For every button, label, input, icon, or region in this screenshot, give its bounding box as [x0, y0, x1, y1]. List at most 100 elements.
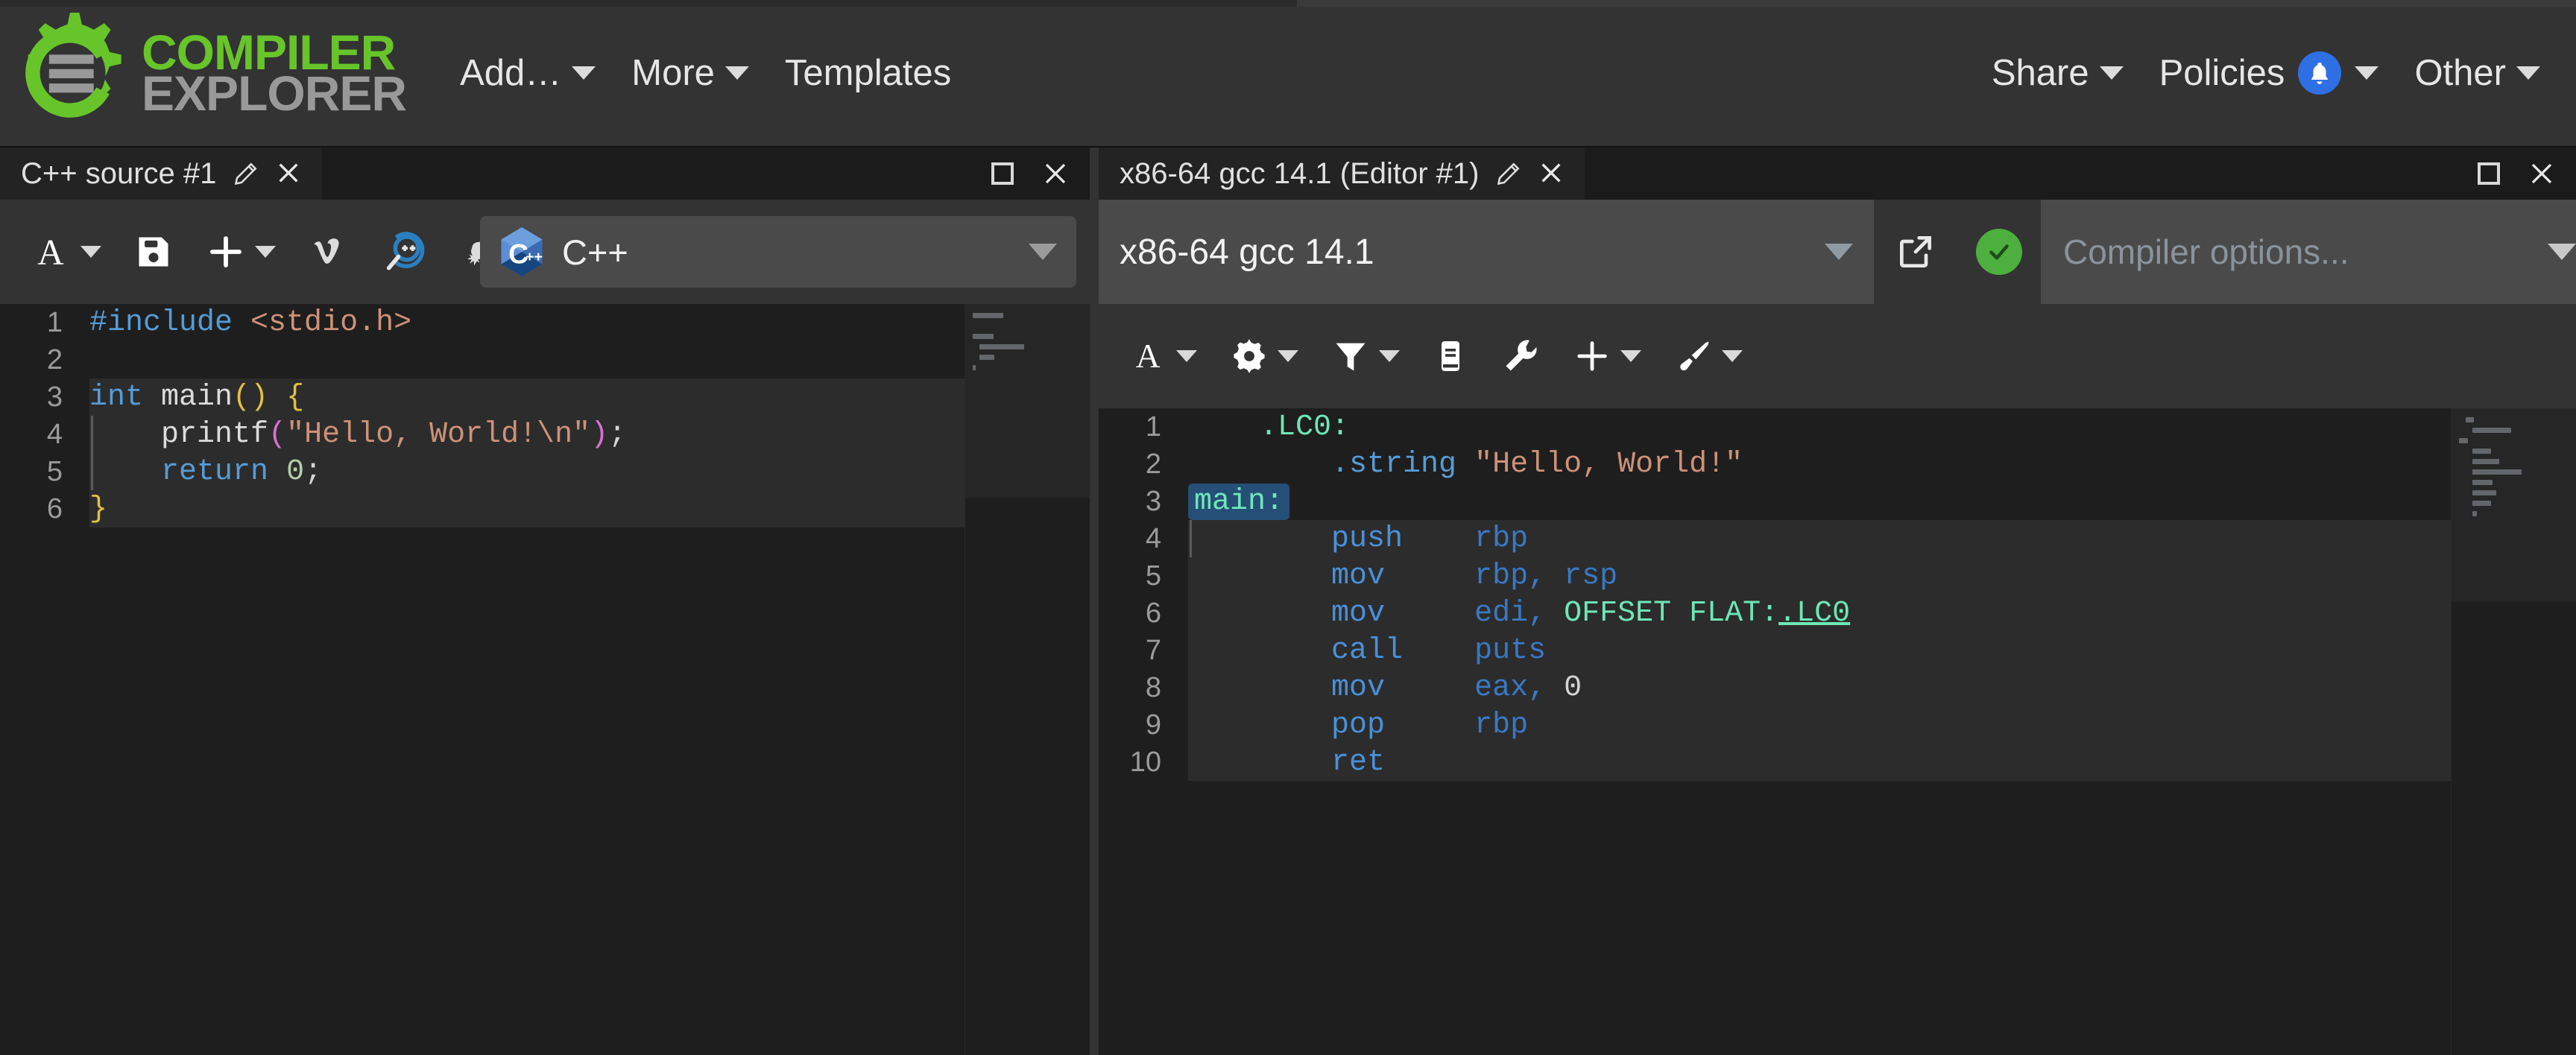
nav-item-add-label: Add… — [460, 52, 561, 94]
nav-item-add[interactable]: Add… — [442, 39, 613, 107]
chevron-down-icon — [725, 66, 749, 80]
line-number: 8 — [1099, 672, 1188, 704]
code-line-content: ret — [1188, 744, 2451, 781]
chevron-down-icon — [2100, 66, 2124, 80]
tab-x86-64-gcc-14-1[interactable]: x86-64 gcc 14.1 (Editor #1) — [1099, 148, 1585, 200]
code-text: mov rbp, rsp — [1188, 560, 1617, 593]
compiler-tools-button[interactable] — [1485, 325, 1556, 387]
minimap-slider[interactable] — [965, 304, 1090, 498]
add-new-button[interactable] — [189, 220, 292, 284]
code-line-content: mov edi, OFFSET FLAT:.LC0 — [1188, 595, 2451, 632]
compiler-options-dropdown-button[interactable] — [2504, 200, 2576, 304]
chevron-down-icon — [2516, 66, 2540, 80]
assembly-output[interactable]: 1 .LC0:2 .string "Hello, World!"3main:4 … — [1099, 408, 2576, 1055]
code-text: .string "Hello, World!" — [1188, 448, 1743, 481]
magnifier-cpp-icon — [382, 230, 425, 273]
chevron-down-icon — [1722, 350, 1743, 362]
code-line: 9 pop rbp — [1099, 706, 2576, 744]
font-size-button[interactable]: A — [13, 219, 118, 285]
plus-icon — [206, 232, 246, 272]
compiler-select[interactable]: x86-64 gcc 14.1 — [1099, 200, 1874, 304]
compiler-settings-button[interactable] — [1213, 325, 1315, 387]
editor-minimap[interactable] — [965, 304, 1090, 1055]
chevron-down-icon — [2548, 244, 2576, 260]
pencil-icon[interactable] — [1495, 160, 1522, 187]
chevron-down-icon — [1029, 244, 1057, 260]
compiler-pane-header: x86-64 gcc 14.1 (Editor #1) — [1099, 148, 2576, 200]
close-icon[interactable] — [276, 160, 303, 187]
code-line-content: mov eax, 0 — [1188, 669, 2451, 706]
chevron-down-icon — [255, 246, 276, 258]
code-line-content: } — [89, 490, 965, 528]
nav-item-policies-label: Policies — [2159, 52, 2285, 94]
compiler-pane-window-controls — [2478, 160, 2576, 187]
nav-item-policies[interactable]: Policies — [2141, 38, 2397, 108]
line-number: 3 — [0, 381, 89, 414]
source-code-editor[interactable]: 1#include <stdio.h>23int main() {4 print… — [0, 304, 1090, 1055]
line-number: 6 — [1099, 598, 1188, 630]
vim-icon — [309, 232, 349, 272]
pencil-icon[interactable] — [233, 160, 259, 187]
output-filters-button[interactable] — [1315, 325, 1416, 387]
chevron-down-icon — [2355, 66, 2378, 80]
compiler-options-input[interactable]: Compiler options... — [2041, 200, 2504, 304]
editor-pane: C++ source #1 — [0, 148, 1090, 1055]
brand-wordmark: COMPILER EXPLORER — [142, 32, 406, 115]
code-line: 2 .string "Hello, World!" — [1099, 446, 2576, 483]
check-circle-icon — [1976, 229, 2022, 275]
maximize-icon[interactable] — [2478, 162, 2500, 185]
font-size-A-icon: A — [1128, 337, 1167, 376]
maximize-icon[interactable] — [991, 162, 1014, 185]
open-in-new-window-button[interactable] — [1874, 200, 1957, 304]
code-text: return 0; — [89, 455, 322, 489]
source-code-lines: 1#include <stdio.h>23int main() {4 print… — [0, 304, 1090, 528]
line-number: 6 — [0, 493, 89, 525]
nav-item-templates[interactable]: Templates — [767, 39, 969, 107]
navbar-right-menu: Share Policies Other — [1974, 38, 2558, 108]
code-text: pop rbp — [1188, 709, 1528, 742]
code-text: mov edi, OFFSET FLAT:.LC0 — [1188, 597, 1850, 630]
chevron-down-icon — [572, 66, 596, 80]
cppinsights-button[interactable] — [365, 218, 441, 285]
font-size-button[interactable]: A — [1112, 325, 1213, 387]
code-line: 5 return 0; — [0, 453, 1090, 490]
compiler-explorer-app: COMPILER EXPLORER Add… More Templates Sh… — [0, 0, 2576, 1055]
code-line: 1 .LC0: — [1099, 408, 2576, 446]
code-text: ret — [1188, 746, 1385, 779]
close-icon[interactable] — [2528, 160, 2555, 187]
editor-pane-window-controls — [991, 160, 1090, 187]
panes-container: C++ source #1 — [0, 148, 2576, 1055]
save-button[interactable] — [118, 221, 189, 283]
navbar-strip-left — [0, 0, 1297, 7]
gear-icon — [1230, 337, 1269, 376]
code-line: 4 push rbp — [1099, 520, 2576, 557]
minimap-slider[interactable] — [2452, 408, 2576, 602]
language-select[interactable]: C ++ C++ — [480, 216, 1076, 288]
nav-item-share[interactable]: Share — [1974, 39, 2141, 107]
svg-text:A: A — [37, 231, 64, 272]
nav-item-other[interactable]: Other — [2396, 39, 2558, 107]
code-text: .LC0: — [1188, 411, 1349, 444]
vim-mode-button[interactable] — [292, 220, 365, 284]
nav-item-more[interactable]: More — [613, 39, 767, 107]
nav-item-more-label: More — [631, 52, 715, 94]
assembly-lines: 1 .LC0:2 .string "Hello, World!"3main:4 … — [1099, 408, 2576, 781]
close-icon[interactable] — [1538, 160, 1565, 187]
tab-cpp-source-1[interactable]: C++ source #1 — [0, 148, 322, 200]
assembly-minimap[interactable] — [2451, 408, 2576, 1055]
libraries-button[interactable] — [1416, 325, 1485, 387]
code-line: 4 printf("Hello, World!\n"); — [0, 416, 1090, 453]
brand-line-explorer: EXPLORER — [142, 73, 406, 114]
code-line-content: mov rbp, rsp — [1188, 557, 2451, 595]
pane-divider[interactable] — [1090, 148, 1099, 1055]
language-select-value: C++ — [562, 232, 628, 273]
add-new-button[interactable] — [1556, 325, 1658, 387]
brand-logo-link[interactable]: COMPILER EXPLORER — [4, 7, 406, 139]
compiler-tab-title: x86-64 gcc 14.1 (Editor #1) — [1120, 157, 1479, 191]
chevron-down-icon — [1379, 350, 1400, 362]
close-icon[interactable] — [1042, 160, 1069, 187]
code-text: } — [89, 492, 107, 526]
chevron-down-icon — [80, 246, 101, 258]
output-colouring-button[interactable] — [1658, 325, 1759, 387]
wrench-icon — [1501, 337, 1540, 376]
